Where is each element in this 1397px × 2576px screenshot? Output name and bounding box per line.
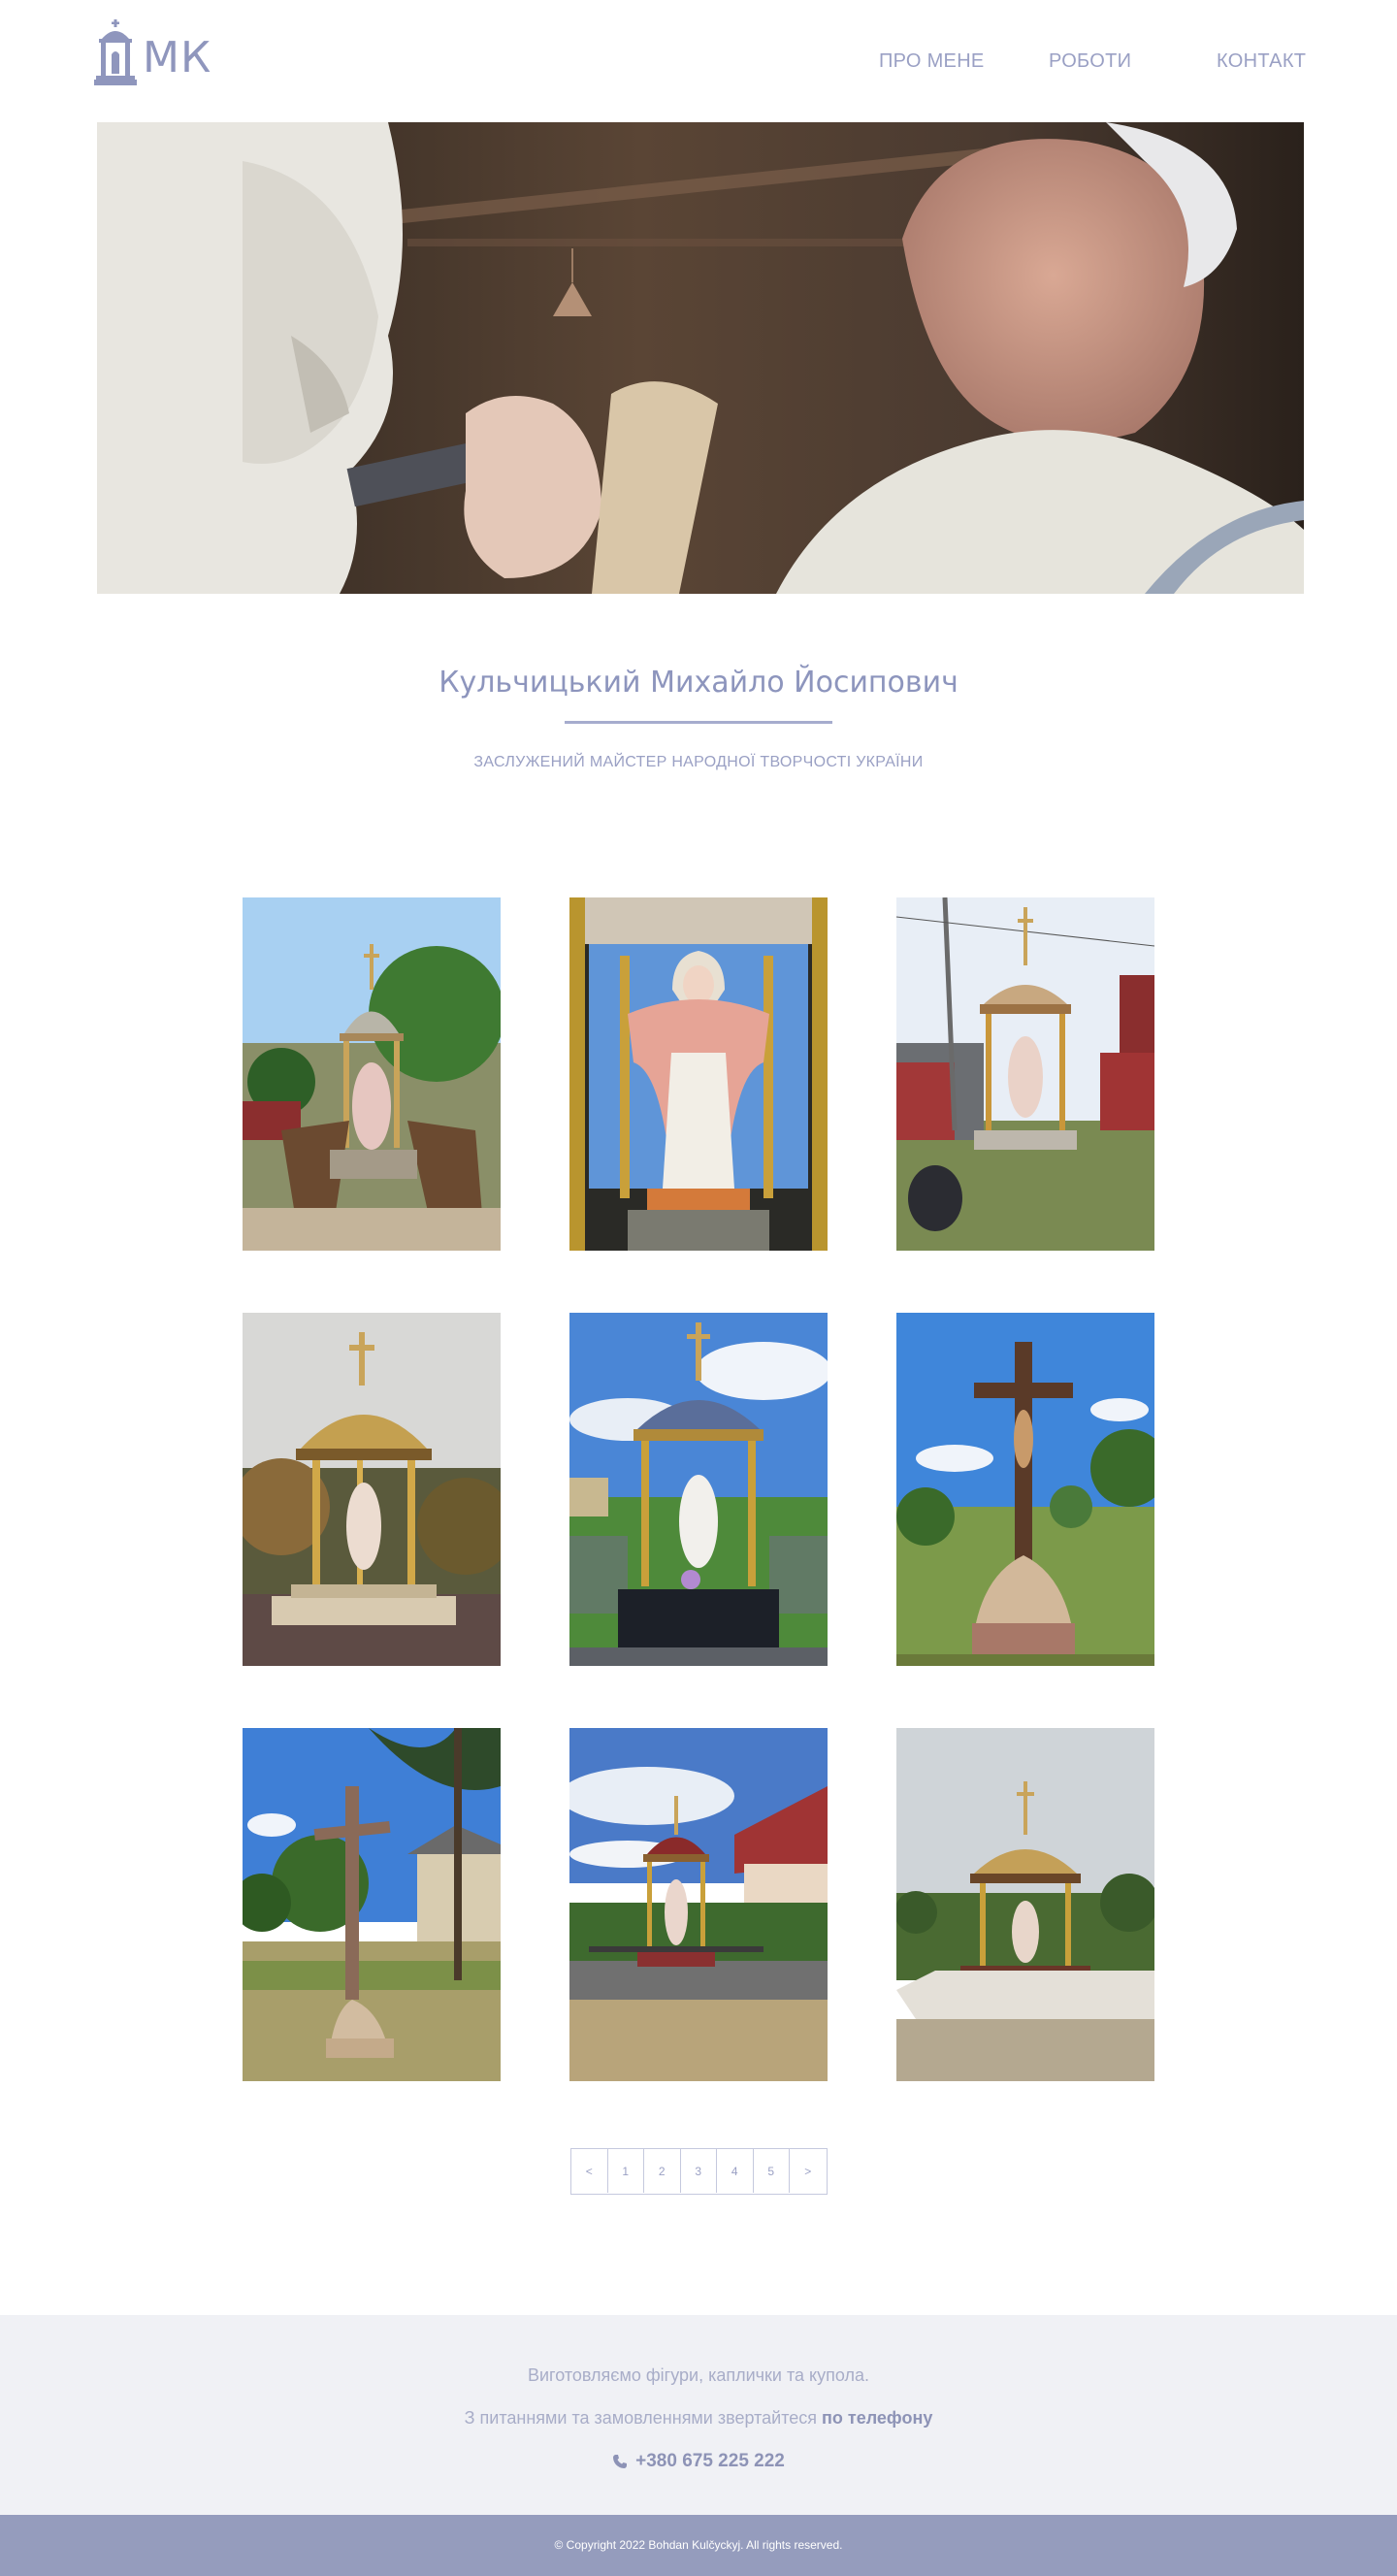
blue-dome-chapel-photo xyxy=(569,1313,828,1666)
copyright-text: © Copyright 2022 Bohdan Kulčyckyj. All r… xyxy=(554,2538,843,2552)
chapel-under-construction-photo xyxy=(243,897,501,1251)
page-subtitle: ЗАСЛУЖЕНИЙ МАЙСТЕР НАРОДНОЇ ТВОРЧОСТІ УК… xyxy=(473,754,924,770)
pagination-page-2[interactable]: 2 xyxy=(644,2149,681,2193)
gallery-item-4[interactable] xyxy=(243,1313,501,1666)
footer-tagline: Виготовляємо фігури, каплички та купола. xyxy=(527,2365,869,2385)
nav-works[interactable]: РОБОТИ xyxy=(1049,50,1131,73)
pagination-page-5[interactable]: 5 xyxy=(754,2149,790,2193)
footer-contact-text: З питаннями та замовленнями звертайтеся xyxy=(464,2408,818,2428)
footer-contact-note: З питаннями та замовленнями звертайтеся … xyxy=(0,2408,1397,2429)
logo-text: МК xyxy=(143,33,212,82)
crucifix-monument-photo xyxy=(896,1313,1154,1666)
crucifix-near-house-photo xyxy=(243,1728,501,2081)
footer-phone-link[interactable]: +380 675 225 222 xyxy=(0,2451,1397,2472)
page-title: Кульчицький Михайло Йосипович xyxy=(439,666,958,700)
gallery-item-5[interactable] xyxy=(569,1313,828,1666)
gallery-item-9[interactable] xyxy=(896,1728,1154,2081)
gallery-item-8[interactable] xyxy=(569,1728,828,2081)
gallery-item-1[interactable] xyxy=(243,897,501,1251)
site-header: МК ПРО МЕНЕ РОБОТИ КОНТАКТ xyxy=(0,0,1397,122)
gallery-item-3[interactable] xyxy=(896,897,1154,1251)
chapel-in-yard-photo xyxy=(896,897,1154,1251)
gallery-item-6[interactable] xyxy=(896,1313,1154,1666)
title-divider xyxy=(565,721,832,724)
footer-contact-bold: по телефону xyxy=(822,2408,933,2428)
nav-about[interactable]: ПРО МЕНЕ xyxy=(879,50,985,73)
footer-phone-number: +380 675 225 222 xyxy=(635,2451,785,2471)
golden-dome-chapel-photo xyxy=(243,1313,501,1666)
hero-sculptor-carving-image xyxy=(97,122,1304,594)
nav-contact[interactable]: КОНТАКТ xyxy=(1217,50,1306,73)
madonna-statue-closeup-photo xyxy=(569,897,828,1251)
pagination: < 1 2 3 4 5 > xyxy=(570,2148,828,2195)
pagination-page-3[interactable]: 3 xyxy=(681,2149,717,2193)
pagination-page-4[interactable]: 4 xyxy=(717,2149,754,2193)
gallery-item-2[interactable] xyxy=(569,897,828,1251)
red-dome-chapel-photo xyxy=(569,1728,828,2081)
pagination-page-1[interactable]: 1 xyxy=(608,2149,644,2193)
site-logo[interactable]: МК xyxy=(94,19,211,85)
site-footer: Виготовляємо фігури, каплички та купола.… xyxy=(0,2315,1397,2515)
pagination-prev-button[interactable]: < xyxy=(571,2149,608,2193)
chapel-icon xyxy=(94,19,137,85)
gallery-item-7[interactable] xyxy=(243,1728,501,2081)
phone-icon xyxy=(613,2455,628,2468)
chapel-on-stone-base-photo xyxy=(896,1728,1154,2081)
copyright-bar: © Copyright 2022 Bohdan Kulčyckyj. All r… xyxy=(0,2515,1397,2576)
pagination-next-button[interactable]: > xyxy=(790,2149,827,2193)
